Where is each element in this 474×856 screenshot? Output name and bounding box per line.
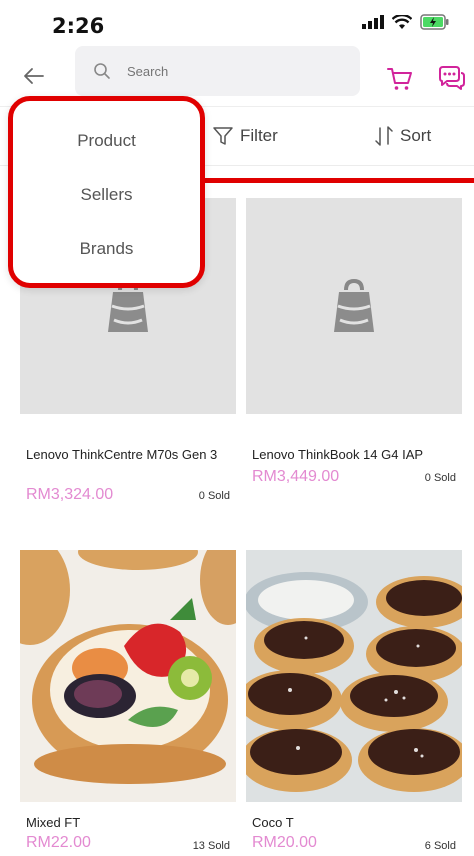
- search-icon: [94, 63, 110, 79]
- search-type-dropdown: Product Sellers Brands: [8, 96, 205, 288]
- back-arrow-icon[interactable]: [22, 64, 46, 88]
- placeholder-bag-icon: [334, 278, 374, 332]
- product-card[interactable]: Lenovo ThinkBook 14 G4 IAP RM3,449.00 0 …: [246, 198, 462, 518]
- search-bar[interactable]: [75, 46, 360, 96]
- chocolate-tart-photo[interactable]: [246, 550, 462, 802]
- cart-icon[interactable]: [386, 64, 414, 92]
- product-name: Coco T: [252, 815, 294, 830]
- highlight-line: [205, 178, 474, 183]
- fruit-tart-photo[interactable]: [20, 550, 236, 802]
- search-input[interactable]: [125, 62, 329, 80]
- product-name: Mixed FT: [26, 815, 81, 830]
- chocolate-tart-image: [246, 550, 462, 802]
- chat-icon[interactable]: [436, 64, 466, 92]
- sort-label: Sort: [400, 126, 432, 145]
- product-card[interactable]: Coco T RM20.00 6 Sold: [246, 550, 462, 856]
- product-sold-count: 13 Sold: [192, 840, 230, 852]
- filter-button[interactable]: Filter: [212, 125, 278, 147]
- product-sold-count: 6 Sold: [424, 840, 456, 852]
- product-name: Lenovo ThinkCentre M70s Gen 3: [26, 447, 218, 462]
- sort-icon: [375, 126, 393, 146]
- status-time: 2:26: [52, 14, 105, 38]
- product-sold-count: 0 Sold: [198, 490, 230, 502]
- fruit-tart-image: [20, 550, 236, 802]
- product-sold-count: 0 Sold: [424, 472, 456, 484]
- product-thumbnail[interactable]: [246, 198, 462, 414]
- dropdown-item-brands[interactable]: Brands: [13, 239, 200, 259]
- product-price: RM20.00: [252, 834, 317, 851]
- wifi-icon: [392, 14, 412, 29]
- product-price: RM3,324.00: [26, 486, 114, 503]
- sort-button[interactable]: Sort: [374, 125, 431, 147]
- status-icons: [362, 14, 450, 30]
- product-price: RM3,449.00: [252, 468, 340, 485]
- filter-label: Filter: [240, 126, 278, 145]
- product-card[interactable]: Mixed FT RM22.00 13 Sold: [20, 550, 236, 856]
- dropdown-item-sellers[interactable]: Sellers: [13, 185, 200, 205]
- dropdown-item-product[interactable]: Product: [13, 131, 200, 151]
- status-bar: 2:26: [0, 0, 474, 44]
- filter-icon: [213, 127, 233, 145]
- product-name: Lenovo ThinkBook 14 G4 IAP: [252, 447, 424, 462]
- battery-icon: [420, 14, 449, 30]
- signal-icon: [362, 15, 384, 29]
- product-price: RM22.00: [26, 834, 91, 851]
